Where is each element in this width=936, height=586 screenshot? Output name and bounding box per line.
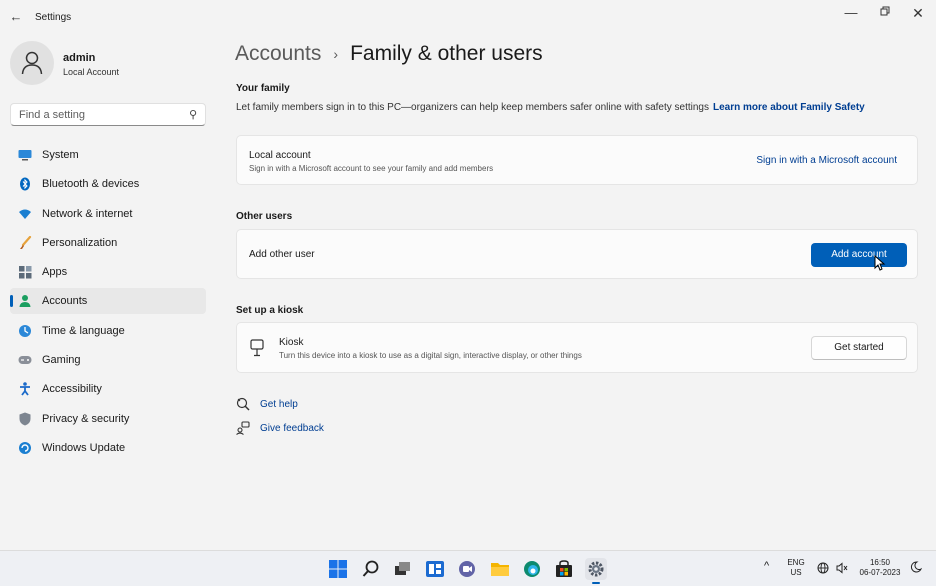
get-help-row[interactable]: Get help <box>236 397 298 411</box>
start-icon[interactable] <box>327 558 349 580</box>
sidebar-item-bluetooth[interactable]: Bluetooth & devices <box>10 171 206 197</box>
sidebar-item-apps[interactable]: Apps <box>10 259 206 285</box>
sign-in-microsoft-link[interactable]: Sign in with a Microsoft account <box>756 155 897 166</box>
apps-icon <box>18 265 32 279</box>
give-feedback-row[interactable]: Give feedback <box>236 421 324 435</box>
section-heading-other-users: Other users <box>236 211 293 222</box>
avatar[interactable] <box>10 41 54 85</box>
breadcrumb: Accounts › Family & other users <box>235 42 543 66</box>
give-feedback-link[interactable]: Give feedback <box>260 423 324 434</box>
sidebar-item-gaming[interactable]: Gaming <box>10 347 206 373</box>
sidebar-item-label: Apps <box>42 266 68 279</box>
local-account-card: Local account Sign in with a Microsoft a… <box>236 135 918 185</box>
title-bar: ← Settings — ✕ <box>0 0 936 34</box>
restore-button[interactable] <box>868 3 902 23</box>
minimize-button[interactable]: — <box>834 3 868 23</box>
card-subtitle: Turn this device into a kiosk to use as … <box>279 351 582 360</box>
kiosk-card: Kiosk Turn this device into a kiosk to u… <box>236 322 918 373</box>
family-description: Let family members sign in to this PC—or… <box>236 102 865 113</box>
chevron-up-icon[interactable]: ^ <box>764 561 769 572</box>
sidebar-item-label: Privacy & security <box>42 412 130 425</box>
bluetooth-icon <box>18 177 32 191</box>
help-icon <box>236 397 250 411</box>
sidebar-item-network[interactable]: Network & internet <box>10 201 206 227</box>
get-help-link[interactable]: Get help <box>260 399 298 410</box>
section-heading-kiosk: Set up a kiosk <box>236 305 304 316</box>
close-button[interactable]: ✕ <box>901 3 935 23</box>
add-account-button[interactable]: Add account <box>811 243 907 267</box>
wifi-icon <box>18 207 32 221</box>
family-safety-link[interactable]: Learn more about Family Safety <box>713 102 865 113</box>
sidebar-item-accounts[interactable]: Accounts <box>10 288 206 315</box>
clock[interactable]: 16:50 06-07-2023 <box>854 558 906 578</box>
sidebar-item-label: Windows Update <box>42 441 126 454</box>
sidebar-item-label: Time & language <box>42 324 125 337</box>
kiosk-icon <box>250 339 264 362</box>
notification-moon-icon[interactable] <box>910 561 923 576</box>
app-title: Settings <box>35 12 72 23</box>
search-icon[interactable] <box>360 558 382 580</box>
language-code: ENG <box>787 558 805 567</box>
person-icon <box>21 51 43 75</box>
gamepad-icon <box>18 353 32 367</box>
sidebar-item-label: Personalization <box>42 236 118 249</box>
shield-icon <box>18 412 32 426</box>
file-explorer-icon[interactable] <box>489 558 511 580</box>
sidebar-item-system[interactable]: System <box>10 142 206 168</box>
volume-muted-icon[interactable] <box>836 562 848 577</box>
feedback-icon <box>236 421 250 435</box>
chevron-right-icon: › <box>333 46 339 62</box>
card-subtitle: Sign in with a Microsoft account to see … <box>249 164 494 173</box>
back-arrow-icon[interactable]: ← <box>8 9 24 25</box>
sidebar-nav: System Bluetooth & devices Network & int… <box>10 142 206 464</box>
widgets-icon[interactable] <box>424 558 446 580</box>
family-description-text: Let family members sign in to this PC—or… <box>236 102 709 113</box>
get-started-button[interactable]: Get started <box>811 336 907 360</box>
search-icon[interactable]: ⚲ <box>189 108 197 121</box>
sidebar-item-label: Network & internet <box>42 207 133 220</box>
sidebar-item-label: Gaming <box>42 354 81 367</box>
page-title: Family & other users <box>350 42 543 65</box>
settings-window: ← Settings — ✕ admin Local Account ⚲ Sys… <box>0 0 936 550</box>
sidebar-item-time-language[interactable]: Time & language <box>10 318 206 344</box>
person-icon <box>18 294 32 308</box>
globe-clock-icon <box>18 324 32 338</box>
update-icon <box>18 441 32 455</box>
add-other-user-card: Add other user Add account <box>236 229 918 279</box>
edge-icon[interactable] <box>521 558 543 580</box>
taskbar: ^ ENG US 16:50 06-07-2023 <box>0 550 936 586</box>
mouse-cursor-icon <box>874 255 886 271</box>
monitor-icon <box>18 148 32 162</box>
breadcrumb-parent[interactable]: Accounts <box>235 42 321 66</box>
sidebar-item-label: Accounts <box>42 295 88 308</box>
user-name: admin <box>63 52 96 64</box>
network-globe-icon[interactable] <box>817 562 829 577</box>
sidebar-item-privacy[interactable]: Privacy & security <box>10 406 206 432</box>
card-title: Kiosk <box>279 337 304 348</box>
clock-date: 06-07-2023 <box>859 568 901 577</box>
sidebar-item-label: Bluetooth & devices <box>42 178 140 191</box>
brush-icon <box>18 235 32 250</box>
sidebar-item-accessibility[interactable]: Accessibility <box>10 376 206 402</box>
sidebar-item-personalization[interactable]: Personalization <box>10 230 206 256</box>
sidebar-item-windows-update[interactable]: Windows Update <box>10 435 206 461</box>
card-title: Local account <box>249 150 311 161</box>
settings-gear-icon[interactable] <box>585 558 607 584</box>
language-indicator[interactable]: ENG US <box>785 558 807 578</box>
section-heading-your-family: Your family <box>236 83 290 94</box>
task-view-icon[interactable] <box>392 558 414 580</box>
clock-time: 16:50 <box>869 558 891 567</box>
region-code: US <box>790 568 802 577</box>
search-box[interactable]: ⚲ <box>10 103 206 126</box>
card-title: Add other user <box>249 249 315 260</box>
chat-icon[interactable] <box>456 558 478 580</box>
sidebar-item-label: System <box>42 149 79 161</box>
store-icon[interactable] <box>553 558 575 580</box>
user-account-type: Local Account <box>63 67 120 77</box>
accessibility-icon <box>18 382 32 396</box>
sidebar-item-label: Accessibility <box>42 383 102 396</box>
restore-icon <box>880 6 890 16</box>
search-input[interactable] <box>11 104 181 125</box>
